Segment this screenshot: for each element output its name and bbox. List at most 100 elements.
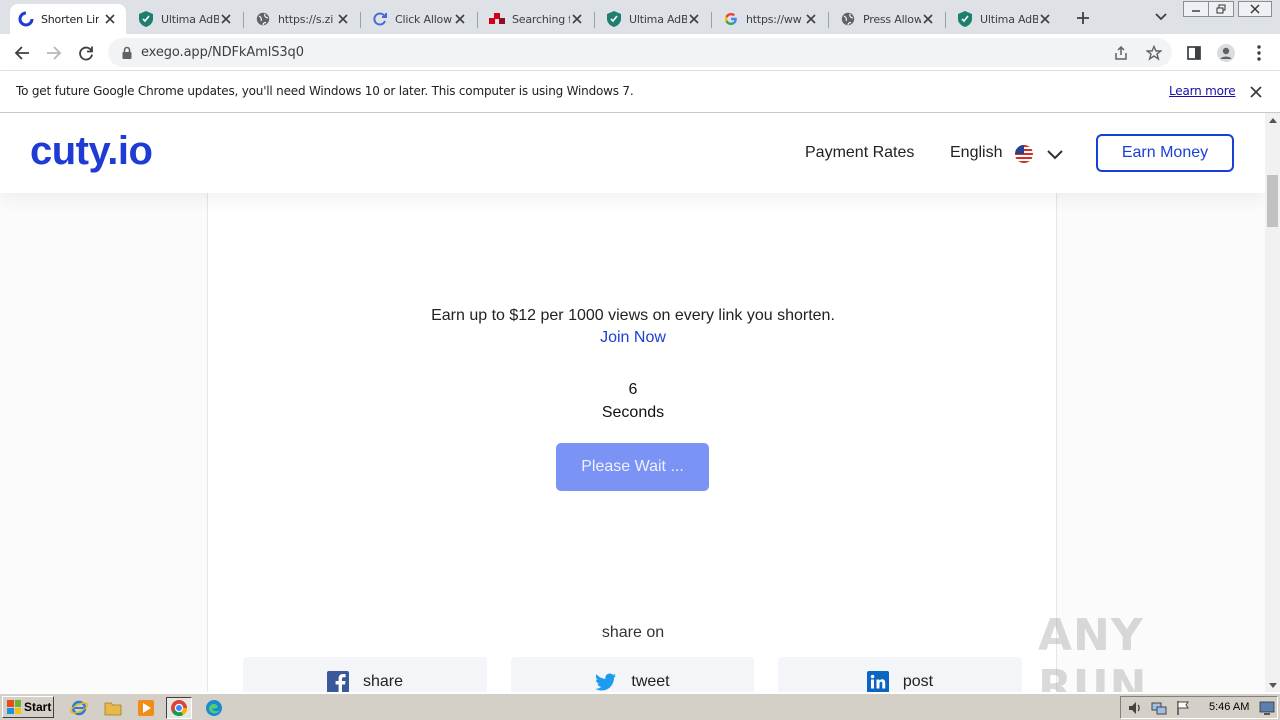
tab-separator: [828, 12, 829, 28]
earn-money-button[interactable]: Earn Money: [1096, 134, 1234, 172]
share-linkedin-label: post: [902, 673, 934, 690]
share-facebook-label: share: [362, 673, 404, 690]
close-icon[interactable]: [920, 11, 936, 27]
tab-shorten-link[interactable]: Shorten Lin: [10, 4, 126, 34]
tab-title: https://s.zi: [278, 12, 334, 26]
dots-icon: [489, 11, 505, 27]
new-tab-button[interactable]: [1072, 7, 1094, 29]
tab-s-zi[interactable]: https://s.zi: [247, 4, 359, 34]
media-player-icon[interactable]: [135, 697, 157, 719]
close-icon[interactable]: [452, 11, 468, 27]
restore-icon: [1216, 4, 1226, 14]
refresh-icon: [372, 11, 388, 27]
shield-icon: [957, 11, 973, 27]
reload-icon: [79, 46, 93, 61]
scroll-down-arrow[interactable]: [1265, 678, 1280, 692]
close-icon[interactable]: [686, 11, 702, 27]
flag-icon[interactable]: [1175, 700, 1191, 716]
volume-icon[interactable]: [1127, 700, 1143, 716]
tab-searching[interactable]: Searching f: [481, 4, 593, 34]
taskbar-clock[interactable]: 5:46 AM: [1209, 701, 1249, 713]
chrome-taskbar-icon[interactable]: [166, 697, 192, 719]
close-icon[interactable]: [569, 11, 585, 27]
tab-ultima-adblock-3[interactable]: Ultima AdBl: [949, 4, 1061, 34]
lock-icon[interactable]: [120, 45, 134, 59]
file-explorer-icon[interactable]: [102, 697, 124, 719]
language-selector[interactable]: English: [950, 144, 1002, 162]
google-icon: [723, 11, 739, 27]
arrow-right-icon: [47, 46, 62, 60]
tab-title: Press Allow: [863, 12, 921, 26]
close-icon[interactable]: [102, 11, 118, 27]
infobar-message: To get future Google Chrome updates, you…: [16, 84, 634, 98]
tab-ultima-adblock-2[interactable]: Ultima AdBl: [598, 4, 710, 34]
share-linkedin-button[interactable]: post: [778, 657, 1022, 692]
window-close-button[interactable]: [1238, 1, 1272, 17]
profile-button[interactable]: [1212, 39, 1240, 67]
tab-title: Ultima AdBl: [980, 12, 1038, 26]
tab-ultima-adblock[interactable]: Ultima AdBl: [130, 4, 242, 34]
tab-separator: [477, 12, 478, 28]
site-header: cuty.io Payment Rates English Earn Money: [0, 113, 1265, 193]
tab-title: Shorten Lin: [41, 12, 99, 26]
edge-icon[interactable]: [203, 697, 225, 719]
countdown-unit: Seconds: [601, 404, 665, 421]
system-tray: 5:46 AM: [1120, 696, 1278, 719]
promo-text: Earn up to $12 per 1000 views on every l…: [431, 307, 835, 324]
close-icon[interactable]: [335, 11, 351, 27]
restore-button[interactable]: [1208, 1, 1234, 17]
page-viewport: cuty.io Payment Rates English Earn Money…: [0, 113, 1265, 692]
internet-explorer-icon[interactable]: [68, 697, 90, 719]
profile-icon: [1217, 44, 1235, 62]
join-now-label[interactable]: Join Now: [600, 329, 666, 346]
tab-title: Searching f: [512, 12, 570, 26]
url-text[interactable]: exego.app/NDFkAmlS3q0: [141, 45, 304, 60]
close-icon[interactable]: [218, 11, 234, 27]
network-icon[interactable]: [1151, 700, 1167, 716]
menu-button[interactable]: [1245, 39, 1273, 67]
tab-google[interactable]: https://ww: [715, 4, 827, 34]
vertical-scrollbar[interactable]: [1265, 113, 1280, 692]
share-twitter-button[interactable]: tweet: [511, 657, 754, 692]
browser-toolbar: exego.app/NDFkAmlS3q0: [0, 34, 1280, 71]
cuty-icon: [18, 11, 34, 27]
tab-press-allow[interactable]: Press Allow: [832, 4, 944, 34]
tab-search-button[interactable]: [1152, 8, 1170, 26]
start-label: Start: [24, 700, 52, 714]
share-facebook-button[interactable]: share: [243, 657, 487, 692]
content-card: Earn up to $12 per 1000 views on every l…: [207, 191, 1057, 692]
side-panel-button[interactable]: [1180, 39, 1208, 67]
close-icon[interactable]: [803, 11, 819, 27]
please-wait-button: Please Wait ...: [556, 443, 709, 491]
address-bar[interactable]: exego.app/NDFkAmlS3q0: [108, 38, 1172, 67]
countdown-value: 6: [628, 381, 638, 398]
scrollbar-thumb[interactable]: [1267, 175, 1278, 227]
share-page-icon[interactable]: [1111, 43, 1131, 63]
tab-separator: [360, 12, 361, 28]
site-logo[interactable]: cuty.io: [30, 129, 153, 174]
start-button[interactable]: Start: [2, 696, 54, 718]
bookmark-star-icon[interactable]: [1144, 43, 1164, 63]
close-icon[interactable]: [1037, 11, 1053, 27]
chevron-down-icon[interactable]: [1046, 146, 1064, 160]
shield-icon: [606, 11, 622, 27]
tab-title: Click Allow: [395, 12, 452, 26]
tab-click-allow[interactable]: Click Allow: [364, 4, 476, 34]
windows-logo-icon: [7, 700, 21, 714]
scroll-up-arrow[interactable]: [1265, 113, 1280, 127]
minimize-button[interactable]: [1183, 1, 1209, 17]
infobar-close-button[interactable]: [1247, 83, 1265, 101]
forward-button[interactable]: [40, 39, 68, 67]
show-desktop-icon[interactable]: [1259, 700, 1275, 716]
windows-taskbar: Start 5:46 AM: [0, 693, 1280, 720]
nav-payment-rates[interactable]: Payment Rates: [805, 144, 914, 162]
twitter-icon: [595, 671, 617, 692]
facebook-icon: [326, 671, 349, 692]
reload-button[interactable]: [72, 39, 100, 67]
tab-separator: [711, 12, 712, 28]
anyrun-watermark: ANY RUN: [1038, 610, 1148, 692]
tab-title: https://ww: [746, 12, 802, 26]
update-infobar: To get future Google Chrome updates, you…: [0, 71, 1280, 113]
learn-more-link[interactable]: Learn more: [1169, 84, 1236, 98]
back-button[interactable]: [8, 39, 36, 67]
